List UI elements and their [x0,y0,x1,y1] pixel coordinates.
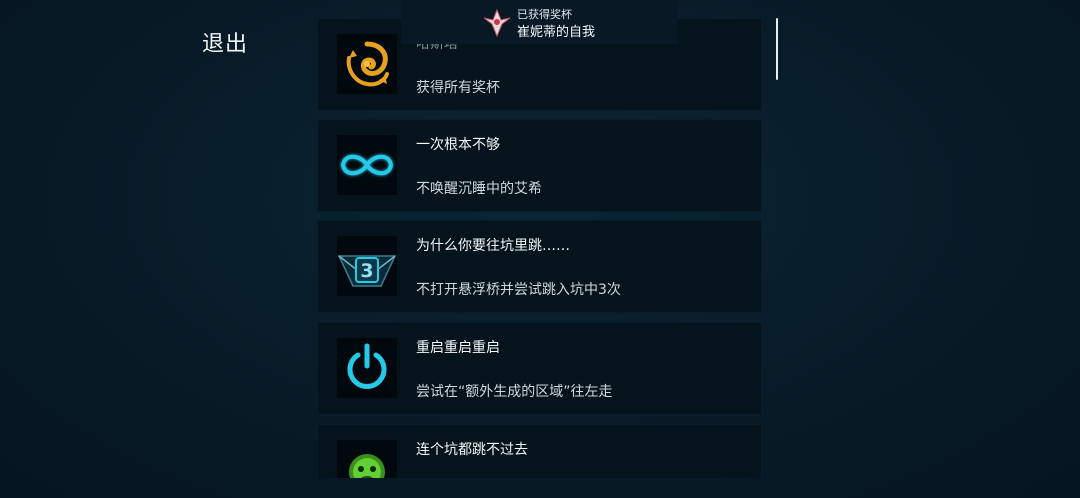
trophy-icon [483,8,511,38]
achievement-description: 不打开悬浮桥并尝试跳入坑中3次 [416,282,621,298]
achievement-description: 不唤醒沉睡中的艾希 [416,181,542,197]
power-icon [337,338,397,398]
toast-trophy-name: 崔妮蒂的自我 [517,25,596,40]
achievement-description: 获得所有奖杯 [416,80,500,96]
golden-spiral-emblem-icon [337,34,397,94]
pit-number-label: 3 [360,260,373,282]
green-monkey-face-icon [337,440,397,478]
achievement-title: 为什么你要往坑里跳…… [416,238,570,254]
achievement-title: 重启重启重启 [416,340,500,356]
achievement-title: 连个坑都跳不过去 [416,442,528,458]
list-scrollbar[interactable] [776,18,778,80]
exit-button[interactable]: 退出 [202,26,248,58]
toast-label: 已获得奖杯 [517,8,572,21]
infinity-icon [337,135,397,195]
achievement-description: 尝试在“额外生成的区域”往左走 [416,384,613,400]
achievement-title: 一次根本不够 [416,137,500,153]
achievement-card-once-not-enough[interactable]: 一次根本不够 不唤醒沉睡中的艾希 [317,119,762,212]
pit-number-3-icon: 3 [337,236,397,296]
achievement-card-why-jump-pit[interactable]: 3 为什么你要往坑里跳…… 不打开悬浮桥并尝试跳入坑中3次 [317,220,762,313]
achievement-card-restart[interactable]: 重启重启重启 尝试在“额外生成的区域”往左走 [317,322,762,415]
achievement-card-cant-jump-pit[interactable]: 连个坑都跳不过去 [317,424,762,478]
trophy-toast: 已获得奖杯 崔妮蒂的自我 [401,0,677,44]
achievement-list[interactable]: 哈斯塔 获得所有奖杯 一次根本不够 不唤醒沉睡中的艾希 3 为什么你要往坑里跳…… [317,18,762,478]
